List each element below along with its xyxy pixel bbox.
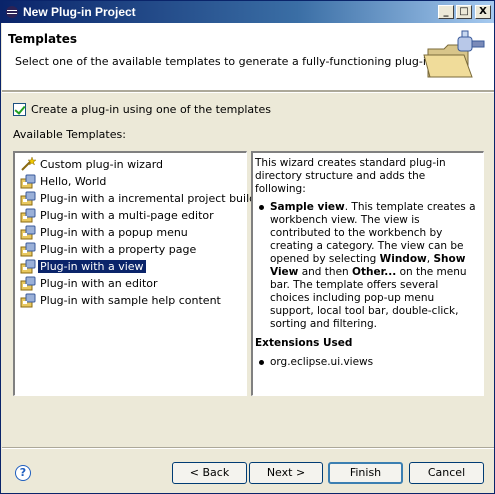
- plugin-template-icon: [20, 259, 36, 274]
- template-description-panel: This wizard creates standard plug-in dir…: [251, 151, 484, 396]
- template-list-item-label: Hello, World: [40, 175, 107, 188]
- use-template-checkbox[interactable]: [13, 103, 26, 116]
- finish-button[interactable]: Finish: [328, 462, 403, 484]
- template-list-item-label: Custom plug-in wizard: [40, 158, 164, 171]
- footer-separator: [2, 447, 494, 449]
- plugin-folder-icon: [423, 30, 485, 78]
- extension-item: org.eclipse.ui.views: [255, 356, 479, 369]
- bullet-title: Sample view: [270, 201, 345, 213]
- page-title: Templates: [8, 32, 78, 46]
- plugin-template-icon: [20, 225, 36, 240]
- template-list-item-label: Plug-in with a popup menu: [40, 226, 188, 239]
- title-bar[interactable]: New Plug-in Project _ □ X: [1, 1, 494, 23]
- wizard-wand-icon: [20, 156, 37, 172]
- template-list-item-label: Plug-in with an editor: [40, 277, 158, 290]
- close-button[interactable]: X: [475, 5, 491, 19]
- description-bullet: Sample view. This template creates a wor…: [255, 201, 479, 331]
- plugin-template-icon: [20, 174, 36, 189]
- dialog-window: New Plug-in Project _ □ X Templates Sele…: [0, 0, 495, 494]
- extensions-heading: Extensions Used: [255, 337, 353, 349]
- plugin-template-icon: [20, 208, 36, 223]
- header-separator: [2, 91, 494, 93]
- use-template-checkbox-label[interactable]: Create a plug-in using one of the templa…: [31, 103, 271, 116]
- back-button[interactable]: < Back: [172, 462, 247, 484]
- minimize-button[interactable]: _: [438, 5, 454, 19]
- plugin-template-icon: [20, 276, 36, 291]
- page-description: Select one of the available templates to…: [15, 55, 437, 68]
- available-templates-label: Available Templates:: [13, 128, 126, 141]
- maximize-button[interactable]: □: [456, 5, 472, 19]
- plugin-template-icon: [20, 293, 36, 308]
- template-list-item-label: Plug-in with a multi-page editor: [40, 209, 214, 222]
- template-list-item-label: Plug-in with sample help content: [40, 294, 221, 307]
- help-icon[interactable]: ?: [15, 465, 31, 481]
- bullet-other: Other...: [352, 266, 397, 278]
- templates-list[interactable]: Custom plug-in wizard Hello, World Plug-in…: [13, 151, 267, 396]
- wizard-header: Templates Select one of the available te…: [2, 23, 494, 91]
- plugin-template-icon: [20, 191, 36, 206]
- cancel-button[interactable]: Cancel: [409, 462, 484, 484]
- bullet-text-2: and then: [298, 266, 353, 278]
- window-title: New Plug-in Project: [23, 5, 136, 19]
- plugin-template-icon: [20, 242, 36, 257]
- template-list-item-label: Plug-in with a property page: [40, 243, 197, 256]
- next-button[interactable]: Next >: [249, 462, 323, 484]
- template-list-item-label: Plug-in with a incremental project build…: [40, 192, 268, 205]
- eclipse-icon: [6, 6, 18, 18]
- description-intro: This wizard creates standard plug-in dir…: [255, 157, 446, 195]
- template-list-item-label: Plug-in with a view: [38, 260, 146, 273]
- bullet-window: Window: [379, 253, 427, 265]
